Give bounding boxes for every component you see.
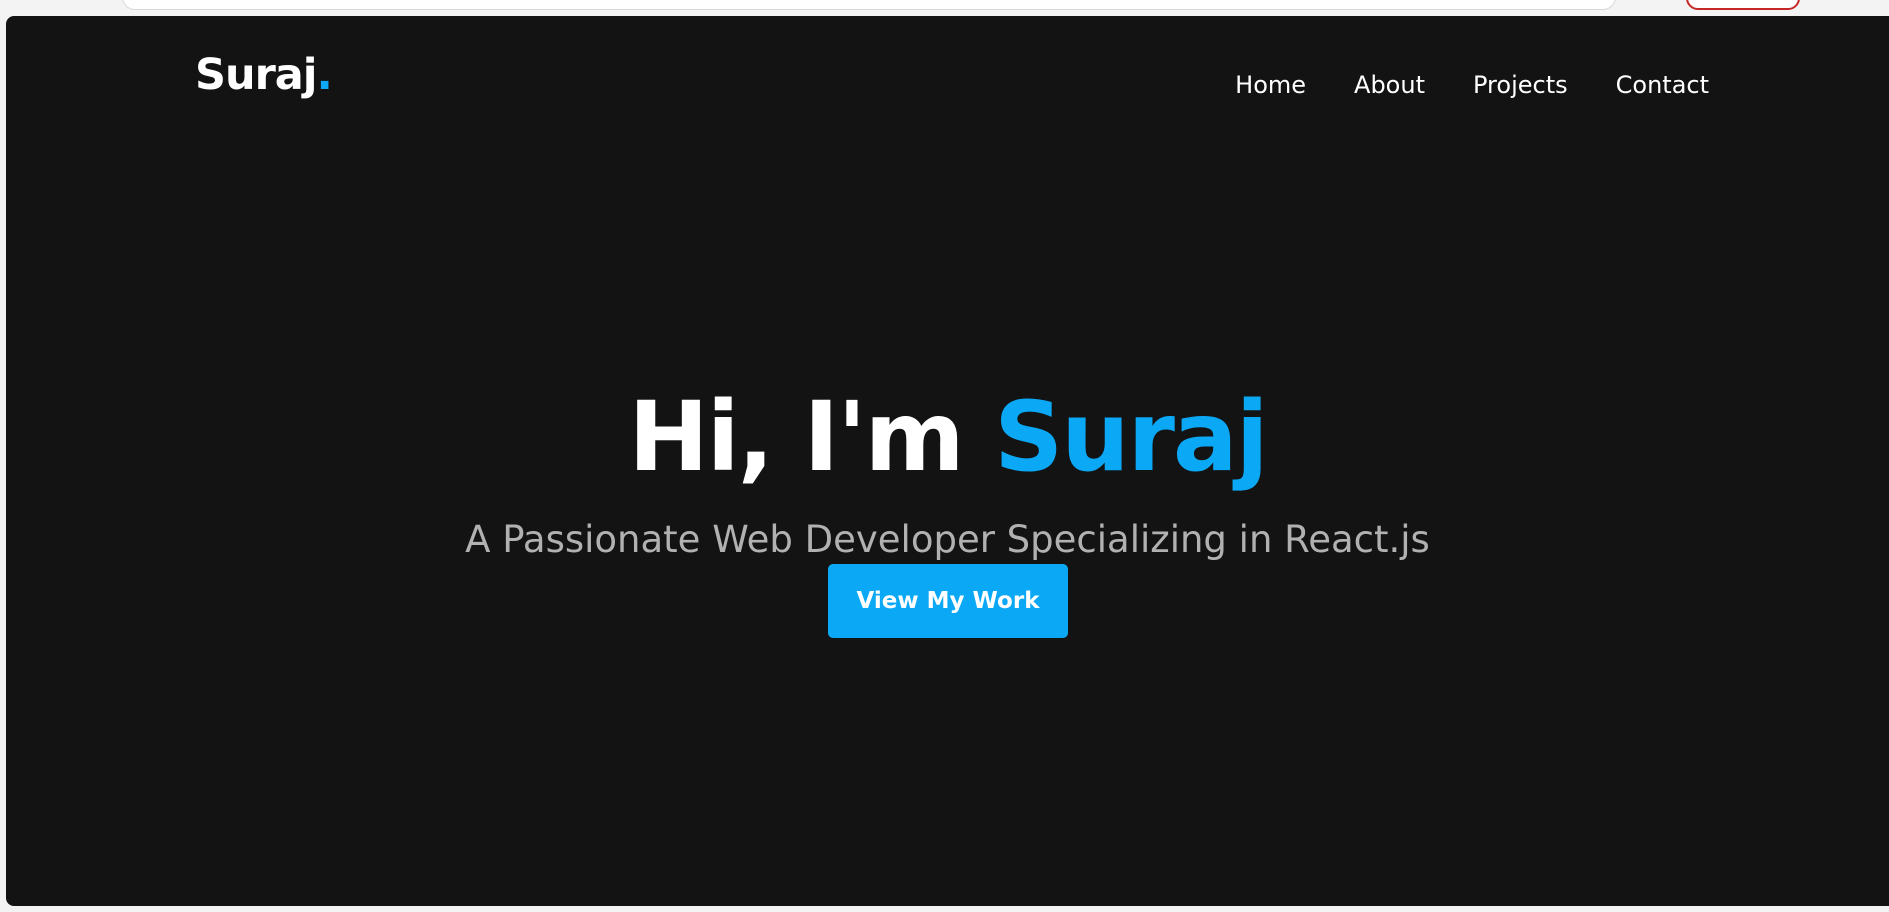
- hero-subtitle: A Passionate Web Developer Specializing …: [465, 518, 1430, 561]
- hero-section: Hi, I'm Suraj A Passionate Web Developer…: [6, 16, 1889, 906]
- hero-greeting: Hi, I'm: [628, 381, 995, 494]
- address-bar[interactable]: [122, 0, 1616, 10]
- hero-name: Suraj: [994, 381, 1269, 494]
- page-viewport: Suraj. Home About Projects Contact Hi, I…: [6, 16, 1889, 906]
- hero-heading: Hi, I'm Suraj: [6, 372, 1889, 502]
- browser-profile-button[interactable]: [1686, 0, 1800, 10]
- view-my-work-button[interactable]: View My Work: [828, 564, 1068, 638]
- browser-chrome: [0, 0, 1889, 16]
